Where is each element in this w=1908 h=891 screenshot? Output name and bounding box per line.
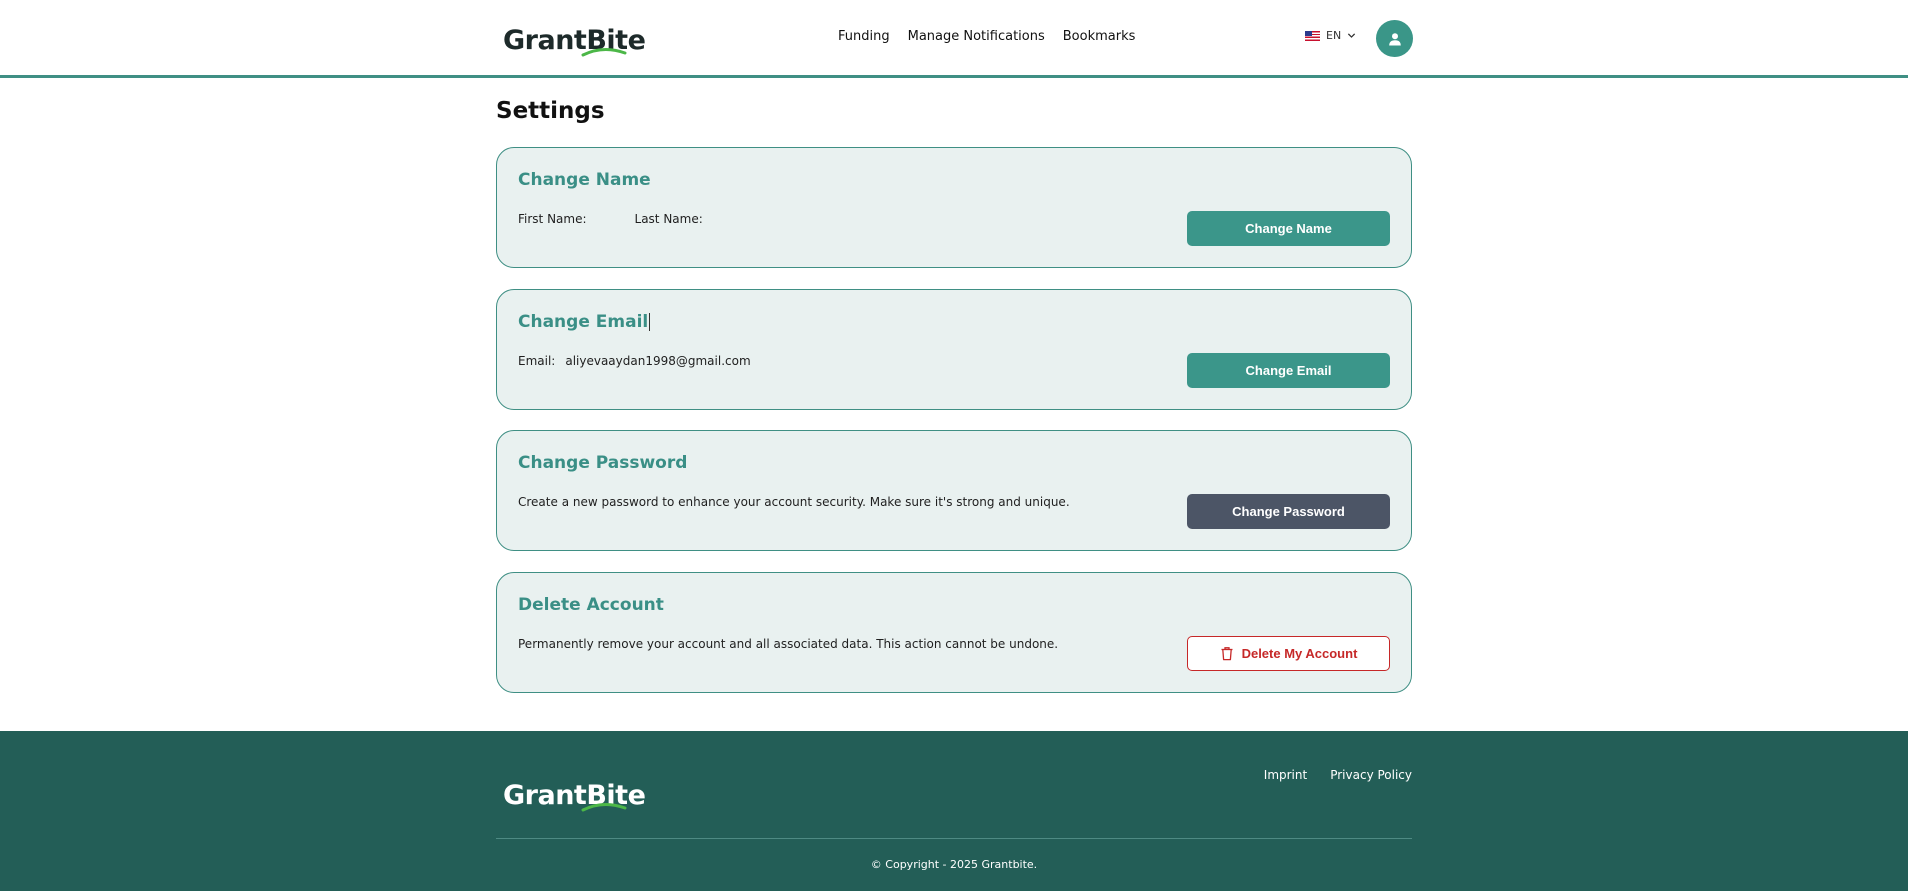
delete-account-label: Delete My Account (1241, 646, 1358, 661)
logo-swoosh-icon (581, 48, 627, 57)
delete-description-row: Permanently remove your account and all … (518, 637, 1058, 651)
last-name-label: Last Name: (634, 212, 703, 226)
first-name-label: First Name: (518, 212, 587, 226)
email-row: Email: aliyevaaydan1998@gmail.com (518, 354, 751, 368)
password-description: Create a new password to enhance your ac… (518, 495, 1070, 509)
change-email-card: Change Email Email: aliyevaaydan1998@gma… (496, 289, 1412, 410)
logo-swoosh-icon (581, 803, 627, 812)
footer: GrantBite Imprint Privacy Policy © Copyr… (0, 731, 1908, 891)
card-title: Change Name (518, 170, 651, 190)
change-password-card: Change Password Create a new password to… (496, 430, 1412, 551)
delete-account-card: Delete Account Permanently remove your a… (496, 572, 1412, 693)
top-header: GrantBite Funding Manage Notifications B… (0, 0, 1908, 78)
email-label: Email: (518, 354, 556, 368)
card-title: Change Password (518, 453, 688, 473)
delete-description: Permanently remove your account and all … (518, 637, 1059, 651)
user-icon (1388, 32, 1401, 45)
card-title: Delete Account (518, 595, 664, 615)
name-row: First Name: Last Name: (518, 212, 703, 226)
nav-funding[interactable]: Funding (838, 29, 890, 44)
text-cursor (649, 313, 651, 331)
nav-manage-notifications[interactable]: Manage Notifications (908, 29, 1045, 44)
change-email-button[interactable]: Change Email (1187, 353, 1390, 388)
footer-divider (496, 838, 1412, 839)
language-label: EN (1326, 29, 1342, 42)
email-value: aliyevaaydan1998@gmail.com (565, 354, 751, 368)
page-title: Settings (496, 98, 605, 124)
us-flag-icon (1305, 30, 1320, 41)
change-name-button[interactable]: Change Name (1187, 211, 1390, 246)
password-description-row: Create a new password to enhance your ac… (518, 495, 1070, 509)
chevron-down-icon (1348, 33, 1356, 38)
footer-links: Imprint Privacy Policy (1264, 768, 1412, 782)
footer-link-privacy-policy[interactable]: Privacy Policy (1330, 768, 1412, 782)
logo[interactable]: GrantBite (503, 20, 646, 57)
change-password-button[interactable]: Change Password (1187, 494, 1390, 529)
footer-link-imprint[interactable]: Imprint (1264, 768, 1307, 782)
change-name-card: Change Name First Name: Last Name: Chang… (496, 147, 1412, 268)
main-nav: Funding Manage Notifications Bookmarks (838, 29, 1135, 44)
language-selector[interactable]: EN (1305, 29, 1356, 42)
copyright-text: © Copyright - 2025 Grantbite. (870, 858, 1038, 871)
trash-icon (1221, 647, 1233, 661)
nav-bookmarks[interactable]: Bookmarks (1063, 29, 1136, 44)
footer-logo[interactable]: GrantBite (503, 775, 646, 812)
avatar[interactable] (1376, 20, 1413, 57)
delete-account-button[interactable]: Delete My Account (1187, 636, 1390, 671)
card-title-text: Change Email (518, 312, 649, 332)
card-title: Change Email (518, 312, 651, 332)
